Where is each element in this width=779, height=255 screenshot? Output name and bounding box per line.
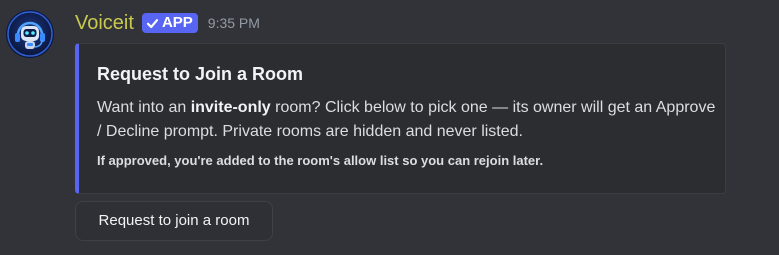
embed-description: Want into an invite-only room? Click bel… [97, 96, 717, 144]
embed-title: Request to Join a Room [97, 64, 304, 84]
bot-message: Voiceit APP 9:35 PM Request to Join a Ro… [0, 0, 779, 255]
embed-description-prefix: Want into an [97, 99, 191, 116]
message-timestamp[interactable]: 9:35 PM [208, 10, 260, 36]
checkmark-icon [146, 18, 159, 28]
bot-avatar[interactable] [6, 10, 54, 58]
robot-headset-icon [7, 11, 53, 57]
app-badge: APP [141, 13, 198, 33]
embed-card: Request to Join a Room Want into an invi… [75, 43, 726, 194]
embed-description-emphasis: invite-only [190, 99, 271, 116]
request-join-room-button[interactable]: Request to join a room [75, 201, 273, 241]
embed-footer: If approved, you're added to the room's … [97, 153, 544, 168]
message-header: Voiceit APP 9:35 PM [75, 10, 260, 36]
author-name[interactable]: Voiceit [75, 10, 134, 36]
app-badge-label: APP [161, 14, 193, 31]
